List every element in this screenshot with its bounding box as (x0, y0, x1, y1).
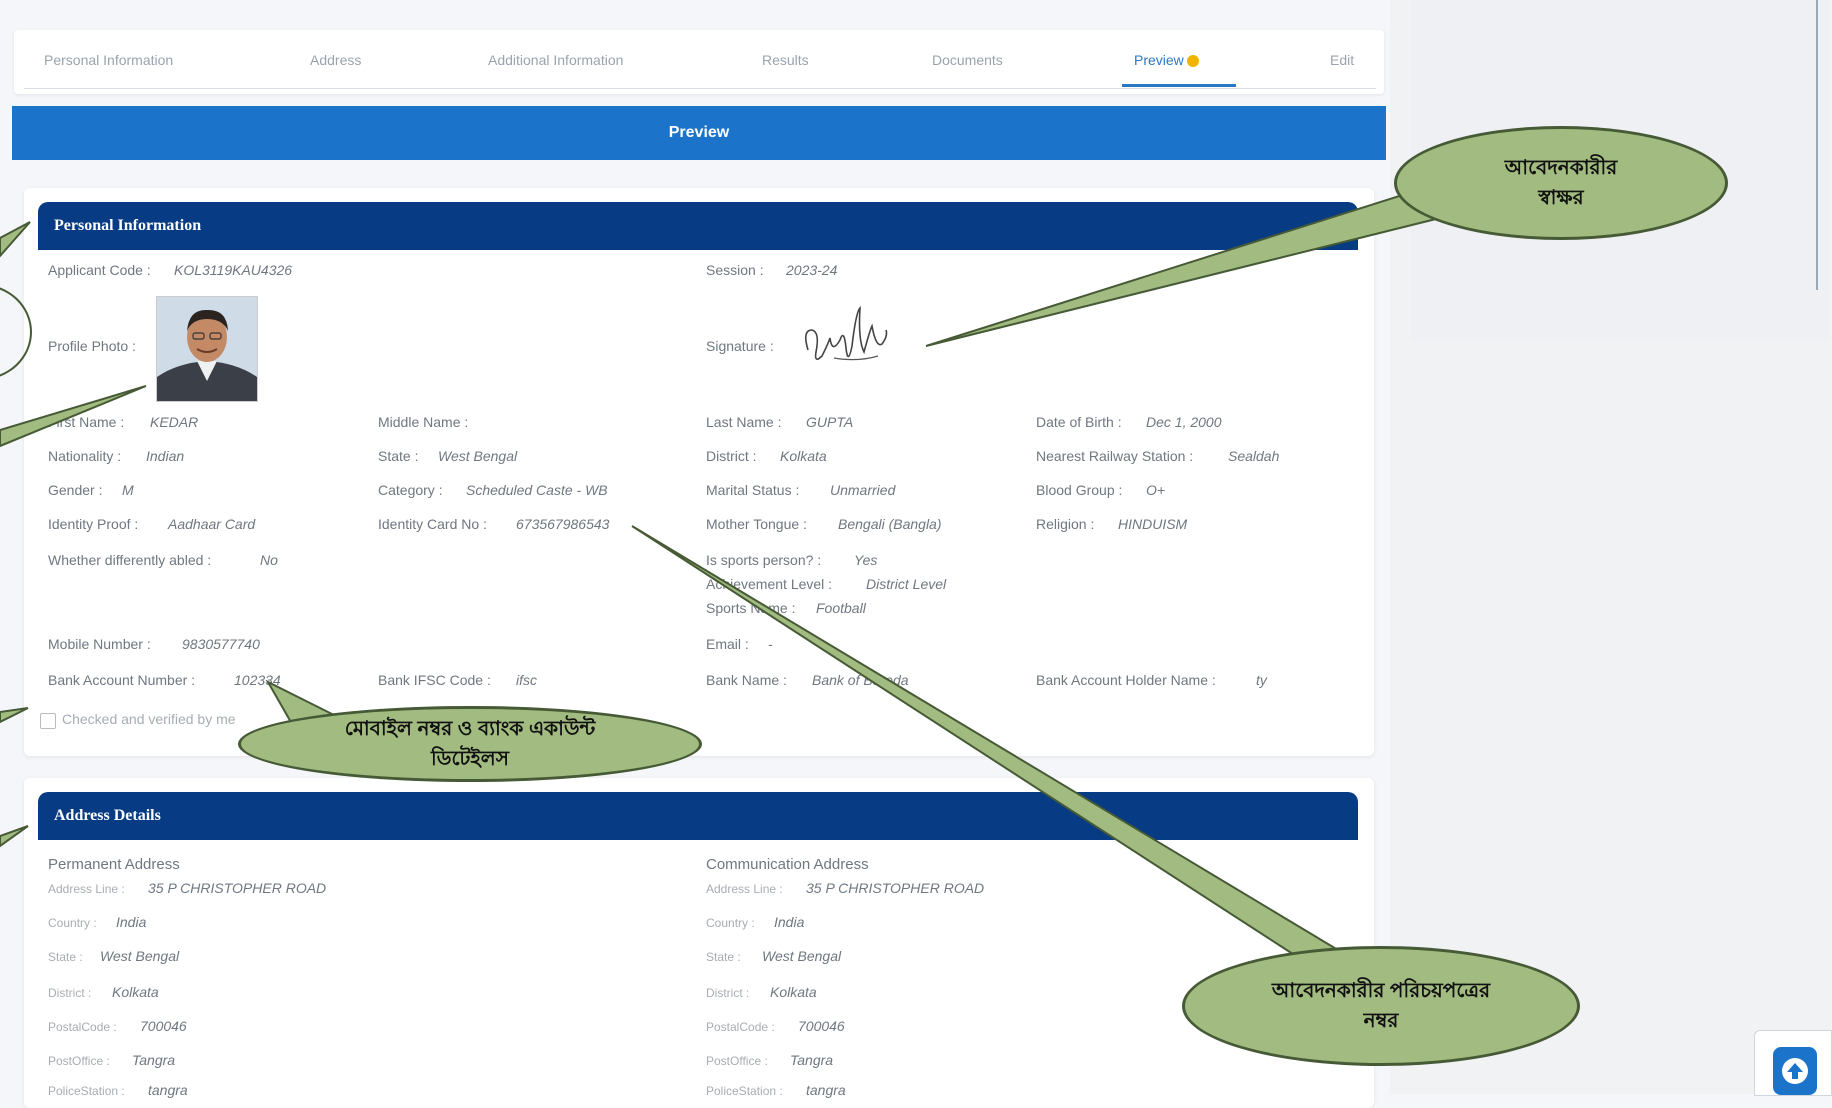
arrow-up-icon (1782, 1058, 1808, 1084)
id-card-pointer (631, 525, 1359, 963)
bank-annotation-text: মোবাইল নম্বর ও ব্যাংক একাউন্ট ডিটেইলস (344, 718, 596, 770)
signature-annotation-text: আবেদনকারীর স্বাক্ষর (1504, 157, 1618, 209)
scroll-to-top-widget (1754, 1030, 1832, 1096)
left-pointer-2 (0, 385, 147, 448)
signature-pointer (925, 190, 1459, 347)
left-pointer-4 (0, 825, 29, 848)
scroll-to-top-button[interactable] (1773, 1047, 1817, 1095)
left-pointer-1 (0, 221, 31, 258)
bank-annotation-bubble: মোবাইল নম্বর ও ব্যাংক একাউন্ট ডিটেইলস (238, 706, 702, 782)
signature-annotation-bubble: আবেদনকারীর স্বাক্ষর (1394, 126, 1728, 240)
id-card-annotation-bubble: আবেদনকারীর পরিচয়পত্রের নম্বর (1182, 946, 1580, 1066)
id-card-annotation-text: আবেদনকারীর পরিচয়পত্রের নম্বর (1271, 980, 1491, 1032)
left-pointer-3 (0, 707, 29, 724)
